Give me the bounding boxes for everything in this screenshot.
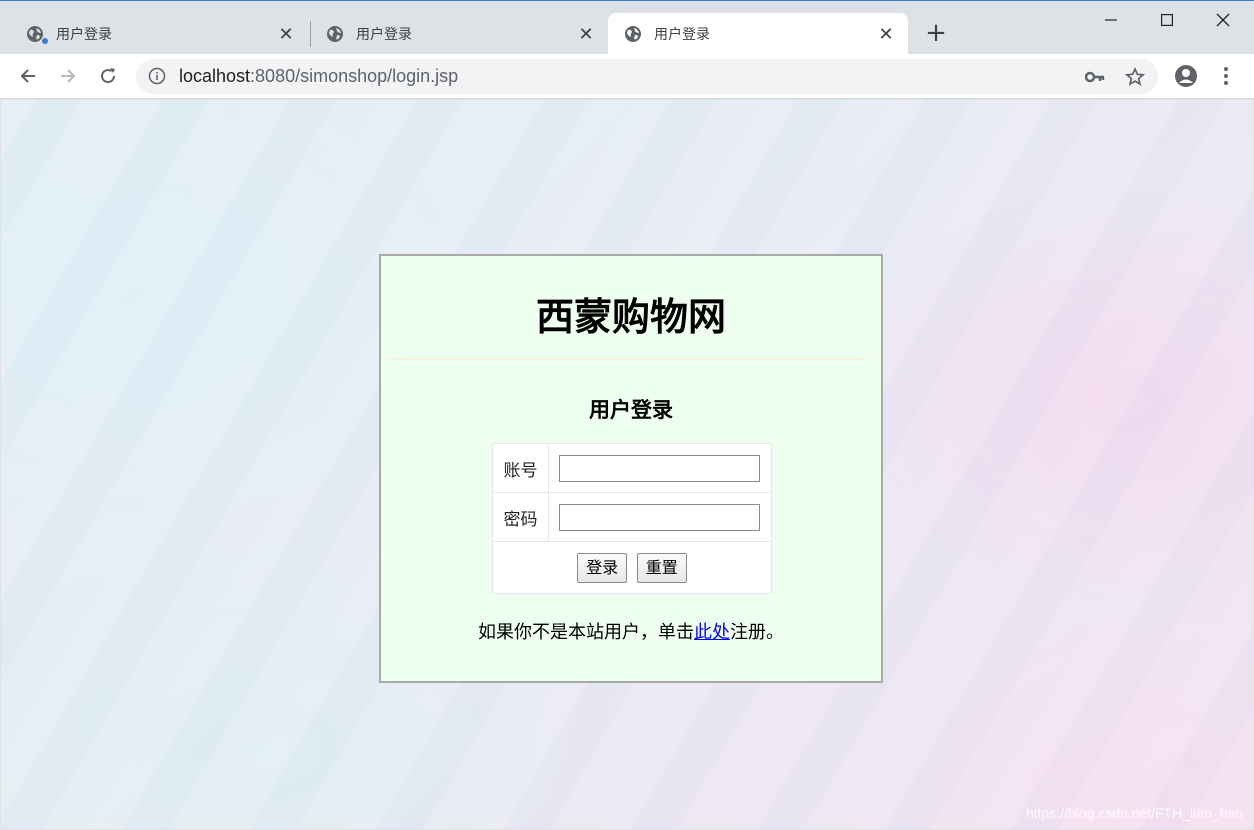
tab-3-active[interactable]: 用户登录 ✕ <box>608 13 908 55</box>
tab-close-icon[interactable]: ✕ <box>876 24 896 45</box>
reload-button[interactable] <box>92 60 124 92</box>
username-row: 账号 <box>492 443 772 493</box>
card-edge <box>379 440 381 640</box>
reload-icon <box>101 68 116 84</box>
login-form: 账号 密码 登录 重置 <box>492 443 772 594</box>
reset-button[interactable]: 重置 <box>636 552 687 583</box>
loading-dot-icon <box>41 37 49 45</box>
address-bar[interactable]: localhost:8080/simonshop/login.jsp <box>136 59 1158 94</box>
close-window-button[interactable] <box>1200 5 1246 35</box>
account-icon <box>1175 65 1197 87</box>
login-heading: 用户登录 <box>589 398 673 422</box>
tab-title: 用户登录 <box>356 27 412 43</box>
buttons-row: 登录 重置 <box>492 541 772 594</box>
browser-toolbar: localhost:8080/simonshop/login.jsp <box>0 54 1254 99</box>
login-button[interactable]: 登录 <box>577 552 628 583</box>
back-arrow-icon <box>20 69 35 83</box>
key-icon[interactable] <box>1084 66 1106 88</box>
tab-title: 用户登录 <box>56 27 112 43</box>
tab-2[interactable]: 用户登录 ✕ <box>310 13 608 55</box>
buttons-cell: 登录 重置 <box>492 541 772 594</box>
globe-icon <box>624 25 642 43</box>
username-label: 账号 <box>492 443 549 493</box>
globe-icon <box>26 25 49 45</box>
profile-button[interactable] <box>1170 60 1202 92</box>
password-row: 密码 <box>492 492 772 542</box>
new-tab-button[interactable]: + <box>922 18 950 48</box>
register-note: 如果你不是本站用户，单击此处注册。 <box>381 618 881 644</box>
maximize-button[interactable] <box>1144 5 1190 35</box>
password-input[interactable] <box>559 503 760 531</box>
star-icon[interactable] <box>1124 66 1146 88</box>
watermark: https://blog.csdn.net/FTH_lian_hao <box>1025 805 1243 821</box>
register-suffix: 注册。 <box>730 622 784 643</box>
divider <box>387 358 867 360</box>
forward-button[interactable] <box>52 60 84 92</box>
url-host: localhost <box>179 66 251 86</box>
password-cell <box>548 492 772 542</box>
site-title: 西蒙购物网 <box>535 295 726 339</box>
tab-strip: 用户登录 ✕ 用户登录 ✕ 用户登录 ✕ + <box>0 0 1254 55</box>
minimize-button[interactable] <box>1088 5 1134 35</box>
url-path: :8080/simonshop/login.jsp <box>250 66 459 86</box>
page-viewport: 西蒙购物网 用户登录 账号 密码 登录 重置 如果你不是本站用户，单击此处注册。… <box>1 100 1253 829</box>
tab-close-icon[interactable]: ✕ <box>576 24 596 45</box>
kebab-menu-icon <box>1224 67 1228 85</box>
minimize-icon <box>1105 19 1117 21</box>
menu-button[interactable] <box>1210 60 1242 92</box>
url-text[interactable]: localhost:8080/simonshop/login.jsp <box>179 66 458 87</box>
back-button[interactable] <box>12 60 44 92</box>
login-card: 西蒙购物网 用户登录 账号 密码 登录 重置 如果你不是本站用户，单击此处注册。 <box>379 254 883 683</box>
maximize-icon <box>1161 14 1173 26</box>
tab-close-icon[interactable]: ✕ <box>276 24 296 45</box>
register-link[interactable]: 此处 <box>694 622 730 643</box>
username-input[interactable] <box>559 454 760 482</box>
info-icon[interactable] <box>148 67 166 85</box>
forward-arrow-icon <box>61 69 76 83</box>
close-icon <box>1216 13 1230 27</box>
register-prefix: 如果你不是本站用户，单击 <box>478 622 694 643</box>
password-label: 密码 <box>492 492 549 542</box>
tab-1[interactable]: 用户登录 ✕ <box>0 13 308 55</box>
tab-title: 用户登录 <box>654 27 710 43</box>
globe-icon <box>326 25 344 43</box>
username-cell <box>548 443 772 493</box>
